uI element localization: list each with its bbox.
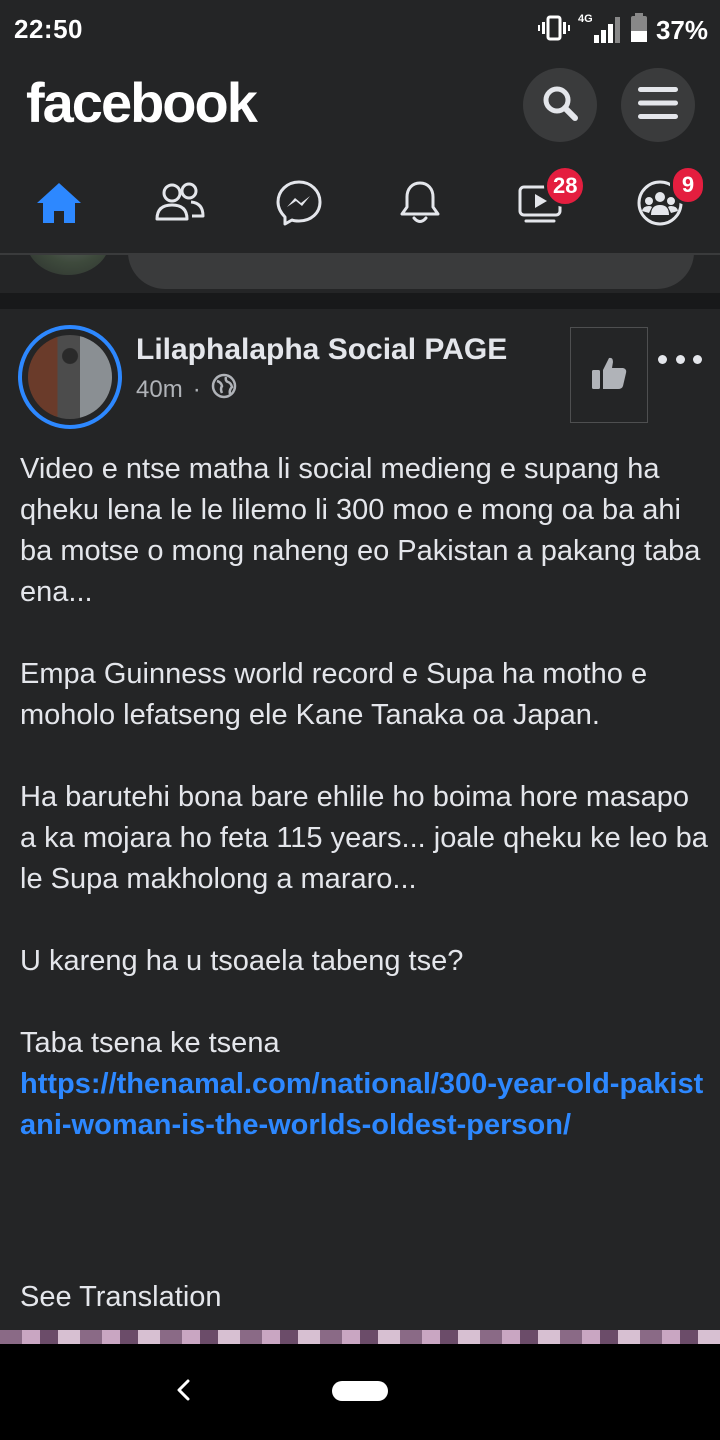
composer-strip (0, 255, 720, 293)
watch-badge: 28 (544, 165, 587, 207)
app-header: facebook (0, 60, 720, 155)
tab-friends[interactable] (150, 175, 210, 235)
system-nav-bar (0, 1344, 720, 1440)
status-time: 22:50 (14, 14, 83, 44)
messenger-icon (275, 179, 323, 232)
status-icons: 4G 37% (537, 12, 708, 48)
back-button[interactable] (168, 1374, 198, 1410)
meta-separator: · (192, 375, 201, 403)
thumbs-up-icon (590, 355, 628, 396)
post-paragraph: Video e ntse matha li social medieng e s… (20, 453, 701, 608)
friends-icon (154, 181, 206, 230)
more-options-button[interactable] (658, 339, 702, 379)
post-body: Video e ntse matha li social medieng e s… (20, 449, 710, 1146)
dot-icon (658, 354, 667, 364)
tab-messenger[interactable] (269, 175, 329, 235)
tab-groups[interactable]: 9 (630, 165, 706, 235)
tab-notifications[interactable] (390, 175, 450, 235)
feed-post: Lilaphalapha Social PAGE 40m · Video e n… (0, 309, 720, 1330)
post-paragraph: Ha barutehi bona bare ehlile ho boima ho… (20, 781, 708, 895)
facebook-logo[interactable]: facebook (26, 70, 258, 135)
menu-icon (638, 86, 678, 125)
like-page-button[interactable] (570, 327, 648, 423)
feed-divider (0, 293, 720, 309)
post-meta: 40m · (136, 373, 237, 406)
globe-icon (211, 373, 237, 406)
see-translation-link[interactable]: See Translation (20, 1281, 222, 1314)
back-icon (175, 1378, 191, 1407)
whats-on-your-mind-input[interactable] (128, 255, 694, 289)
groups-badge: 9 (670, 165, 706, 205)
post-paragraph: U kareng ha u tsoaela tabeng tse? (20, 945, 464, 977)
search-icon (540, 83, 580, 128)
dot-icon (693, 354, 702, 364)
post-image-preview[interactable] (0, 1330, 720, 1344)
battery-percentage: 37% (655, 14, 708, 45)
post-paragraph: Empa Guinness world record e Supa ha mot… (20, 658, 648, 731)
status-bar: 22:50 4G 37% (0, 0, 720, 60)
menu-button[interactable] (621, 68, 695, 142)
home-gesture-pill[interactable] (332, 1381, 388, 1401)
signal-icon: 4G (578, 13, 622, 45)
home-icon (35, 181, 83, 230)
page-name[interactable]: Lilaphalapha Social PAGE (136, 333, 507, 367)
search-button[interactable] (523, 68, 597, 142)
vibrate-icon (537, 14, 570, 47)
page-avatar[interactable] (18, 325, 122, 429)
tab-bar: 28 9 (0, 155, 720, 255)
user-avatar[interactable] (26, 255, 110, 275)
tab-watch[interactable]: 28 (510, 165, 587, 235)
tab-home[interactable] (29, 175, 89, 235)
dot-icon (675, 354, 685, 364)
article-link[interactable]: https://thenamal.com/national/300-year-o… (20, 1064, 710, 1146)
battery-icon (630, 12, 648, 48)
post-closing-line: Taba tsena ke tsena (20, 1027, 280, 1059)
bell-icon (398, 179, 442, 232)
post-time[interactable]: 40m (136, 376, 183, 404)
